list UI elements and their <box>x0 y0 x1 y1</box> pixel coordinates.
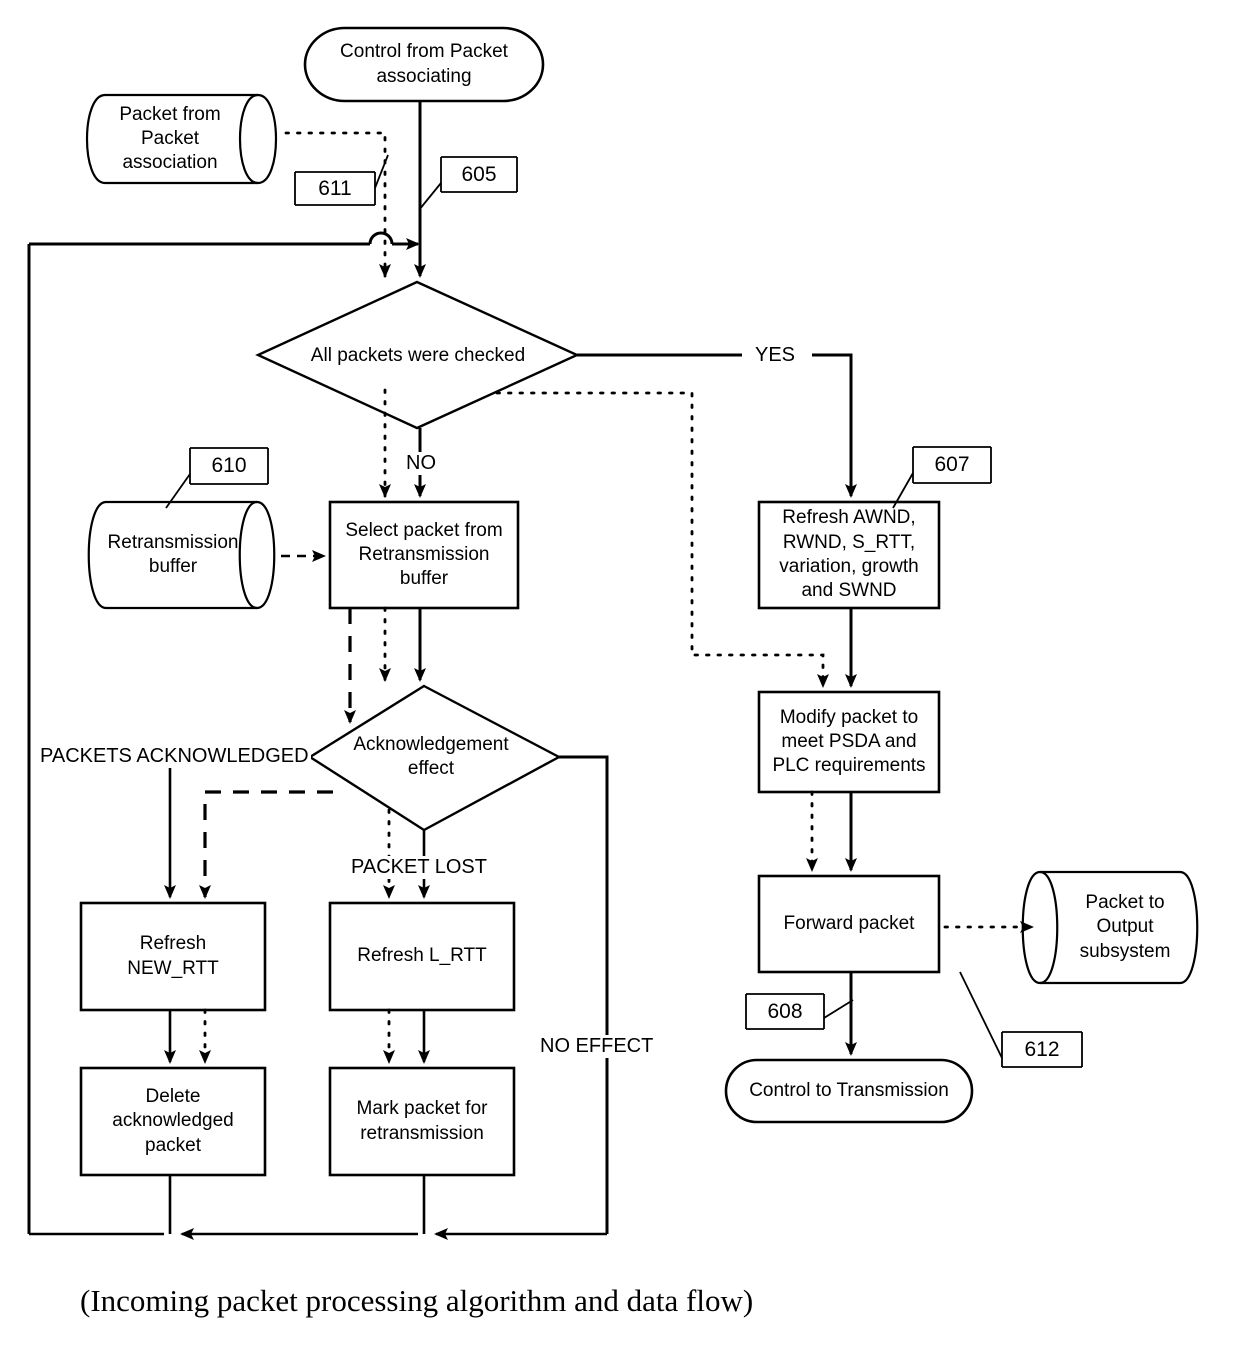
reference-numeral-605: 605 <box>461 162 497 186</box>
shape-delete-acknowledged-packet <box>79 1066 267 1177</box>
shape-all-packets-were-checked <box>255 280 580 430</box>
dataflow-ack-to-newrtt-dashed <box>199 790 333 899</box>
reference-numeral-612: 612 <box>1024 1037 1060 1061</box>
leader-line-608 <box>823 999 854 1019</box>
figure-caption: (Incoming packet processing algorithm an… <box>80 1283 754 1318</box>
shape-mark-packet <box>328 1066 516 1177</box>
shape-control-to-transmission <box>724 1058 974 1124</box>
shape-retransmission-buffer <box>87 500 276 610</box>
edge-yes-right2 <box>812 353 857 498</box>
flowchart-graphics <box>27 26 1199 1240</box>
edge-label-no: NO <box>404 452 438 475</box>
dataflow-decision-to-modify <box>495 391 829 688</box>
reference-numeral-610: 610 <box>211 454 247 477</box>
shape-modify-packet <box>757 690 941 794</box>
shape-acknowledgement-effect <box>307 684 562 832</box>
reference-numeral-608: 608 <box>767 999 803 1023</box>
shape-select-packet <box>328 500 520 610</box>
shape-packet-to-output <box>1021 870 1199 985</box>
shape-refresh-new-rtt <box>79 901 267 1012</box>
reference-numeral-607: 607 <box>934 453 970 476</box>
leader-line-605 <box>418 182 442 211</box>
edge-label-packets-acknowledged: PACKETS ACKNOWLEDGED <box>38 745 311 768</box>
figure-canvas: Control from Packet associating Packet f… <box>0 0 1240 1359</box>
shape-forward-packet <box>757 874 941 974</box>
edge-ack-no-effect <box>559 755 609 1234</box>
edge-loopback-hop <box>368 231 394 245</box>
edge-label-no-effect: NO EFFECT <box>538 1035 656 1058</box>
edge-label-packet-lost: PACKET LOST <box>349 856 489 879</box>
edge-label-yes: YES <box>753 344 798 367</box>
reference-numeral-611: 611 <box>318 176 352 200</box>
shape-packet-from-packet-association <box>85 93 278 185</box>
edge-ack-left <box>164 755 310 899</box>
shape-refresh-l-rtt <box>328 901 516 1012</box>
shape-refresh-awnd <box>757 500 941 610</box>
leader-line-612 <box>959 971 1003 1059</box>
shape-control-from-packet-associating <box>303 26 545 103</box>
